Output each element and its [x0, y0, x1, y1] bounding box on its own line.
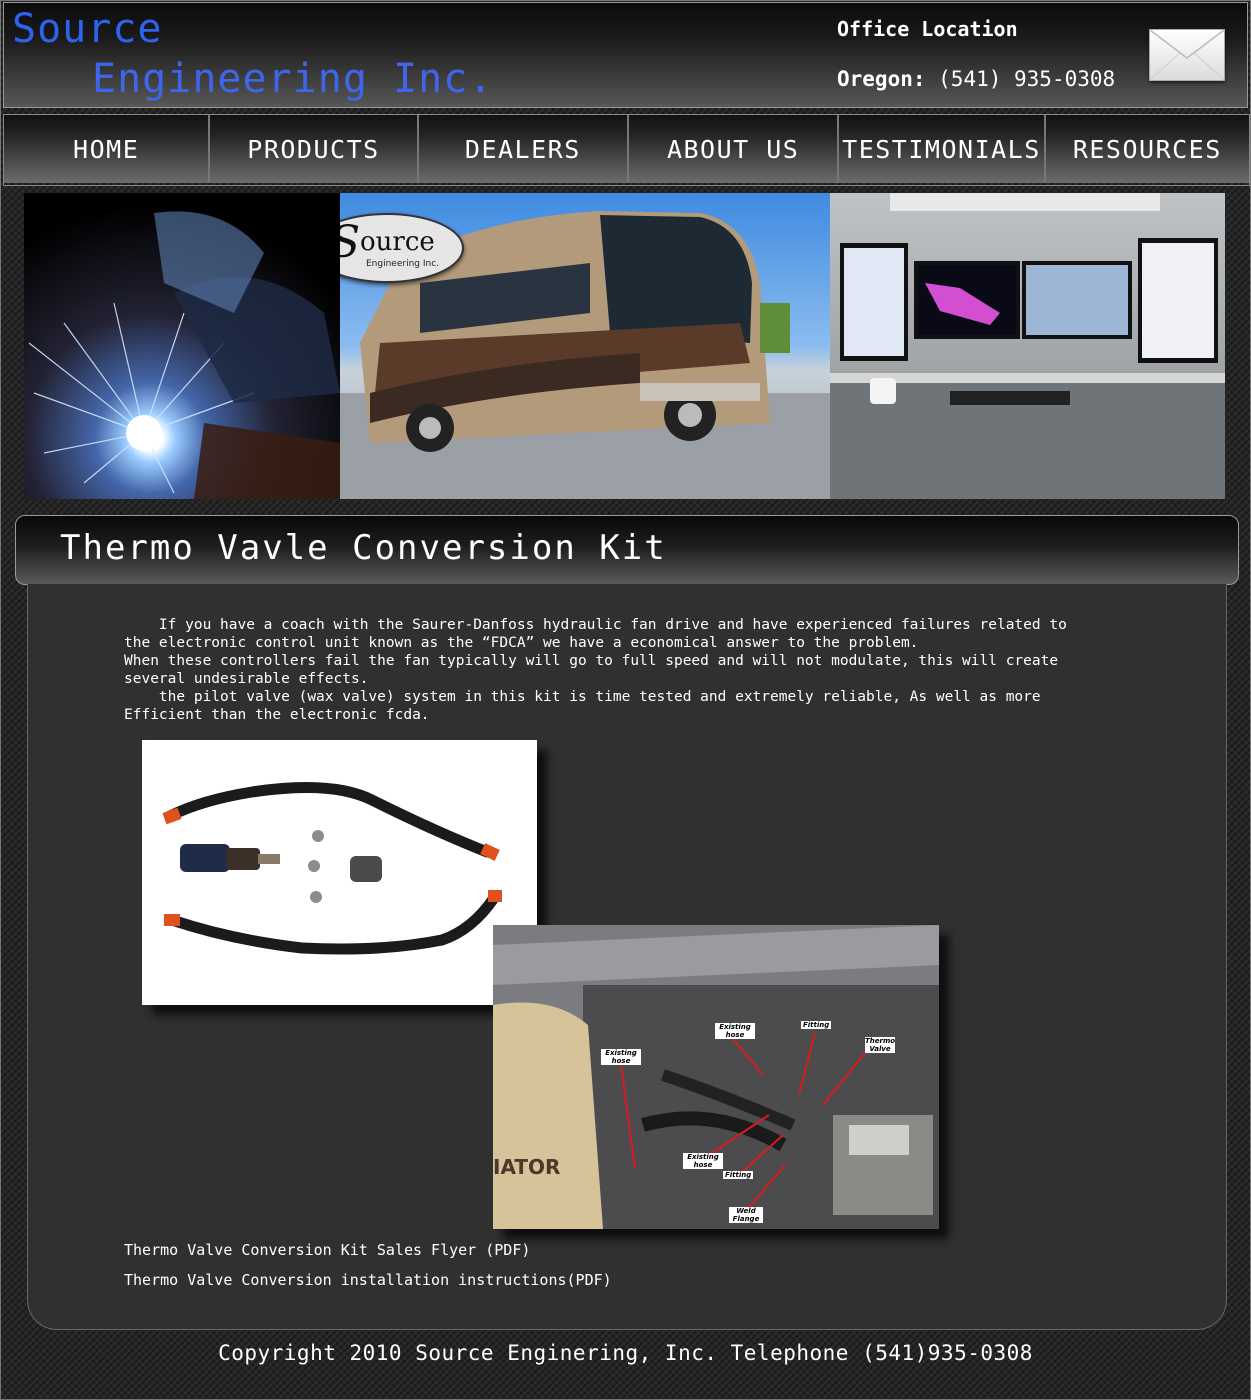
welding-photo: [24, 193, 340, 499]
source-logo-s-icon: S: [340, 217, 360, 268]
nav-about-us[interactable]: ABOUT US: [628, 115, 840, 183]
logo-line-2[interactable]: Engineering Inc.: [92, 55, 493, 103]
page-title-bar: Thermo Vavle Conversion Kit: [15, 515, 1239, 585]
label-existing-hose-left: Existing hose: [601, 1049, 641, 1065]
office-phone: Oregon: (541) 935-0308: [837, 67, 1115, 91]
label-weld-flange: Weld Flange: [729, 1207, 763, 1223]
kit-parts-photo: [142, 740, 537, 1005]
office-phone-number: (541) 935-0308: [925, 67, 1116, 91]
nav-dealers[interactable]: DEALERS: [418, 115, 629, 183]
label-fitting-bottom: Fitting: [723, 1171, 754, 1179]
nav-testimonials[interactable]: TESTIMONIALS: [839, 115, 1046, 183]
envelope-icon[interactable]: [1149, 29, 1225, 81]
content-panel: If you have a coach with the Saurer-Danf…: [27, 584, 1227, 1330]
installation-instructions-pdf-link[interactable]: Thermo Valve Conversion installation ins…: [124, 1271, 612, 1289]
site-header: Source Engineering Inc. Office Location …: [3, 2, 1248, 108]
main-nav: HOME PRODUCTS DEALERS ABOUT US TESTIMONI…: [3, 114, 1250, 186]
page-title: Thermo Vavle Conversion Kit: [60, 528, 667, 568]
logo-line-1[interactable]: Source: [12, 5, 163, 53]
hero-banner: S ource Engineering Inc.: [24, 193, 1225, 499]
label-thermo-valve: Thermo Valve: [865, 1037, 896, 1053]
office-state: Oregon:: [837, 67, 926, 91]
footer-copyright: Copyright 2010 Source Enginering, Inc. T…: [218, 1341, 1033, 1365]
installation-photo: Existing hose Fitting Thermo Valve Exist…: [493, 925, 939, 1229]
office-location-label: Office Location: [837, 17, 1018, 41]
radiator-text: IATOR: [493, 1155, 561, 1179]
label-existing-hose-bottom: Existing hose: [683, 1153, 723, 1169]
logo-badge-text: ource: [360, 227, 435, 257]
nav-products[interactable]: PRODUCTS: [210, 115, 419, 183]
intro-paragraph: If you have a coach with the Saurer-Danf…: [124, 617, 1067, 723]
label-existing-hose-top: Existing hose: [715, 1023, 755, 1039]
label-fitting-top: Fitting: [801, 1021, 832, 1029]
motorcoach-photo: S ource Engineering Inc.: [340, 193, 830, 499]
office-workstation-photo: [830, 193, 1225, 499]
nav-resources[interactable]: RESOURCES: [1045, 115, 1249, 183]
logo-badge-subtext: Engineering Inc.: [366, 259, 440, 269]
nav-home[interactable]: HOME: [4, 115, 211, 183]
sales-flyer-pdf-link[interactable]: Thermo Valve Conversion Kit Sales Flyer …: [124, 1241, 530, 1259]
